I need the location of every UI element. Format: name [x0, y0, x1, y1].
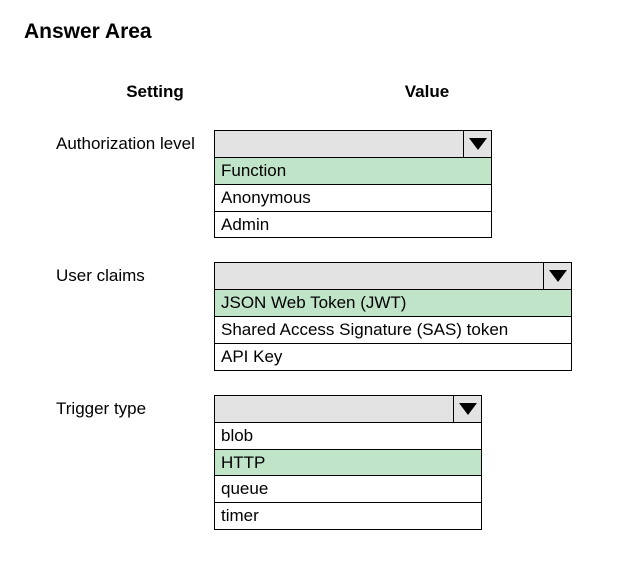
- option-auth-admin[interactable]: Admin: [215, 212, 491, 238]
- page-title: Answer Area: [24, 20, 594, 44]
- option-claims-apikey[interactable]: API Key: [215, 344, 571, 370]
- setting-row-auth: Authorization level Function Anonymous A…: [24, 130, 594, 238]
- header-value: Value: [230, 82, 594, 102]
- option-claims-jwt[interactable]: JSON Web Token (JWT): [215, 290, 571, 317]
- chevron-down-icon: [463, 131, 491, 157]
- dropdown-auth[interactable]: [214, 130, 492, 158]
- setting-row-claims: User claims JSON Web Token (JWT) Shared …: [24, 262, 594, 370]
- setting-label-auth: Authorization level: [24, 130, 214, 154]
- options-claims: JSON Web Token (JWT) Shared Access Signa…: [214, 290, 572, 370]
- option-claims-sas[interactable]: Shared Access Signature (SAS) token: [215, 317, 571, 344]
- option-trigger-blob[interactable]: blob: [215, 423, 481, 450]
- dropdown-trigger[interactable]: [214, 395, 482, 423]
- setting-label-claims: User claims: [24, 262, 214, 286]
- chevron-down-icon: [543, 263, 571, 289]
- column-headers: Setting Value: [24, 82, 594, 102]
- header-setting: Setting: [80, 82, 230, 102]
- options-auth: Function Anonymous Admin: [214, 158, 492, 238]
- options-trigger: blob HTTP queue timer: [214, 423, 482, 530]
- option-trigger-timer[interactable]: timer: [215, 503, 481, 529]
- option-trigger-queue[interactable]: queue: [215, 476, 481, 503]
- option-trigger-http[interactable]: HTTP: [215, 450, 481, 477]
- chevron-down-icon: [453, 396, 481, 422]
- setting-row-trigger: Trigger type blob HTTP queue timer: [24, 395, 594, 530]
- option-auth-function[interactable]: Function: [215, 158, 491, 185]
- dropdown-claims[interactable]: [214, 262, 572, 290]
- option-auth-anonymous[interactable]: Anonymous: [215, 185, 491, 212]
- setting-label-trigger: Trigger type: [24, 395, 214, 419]
